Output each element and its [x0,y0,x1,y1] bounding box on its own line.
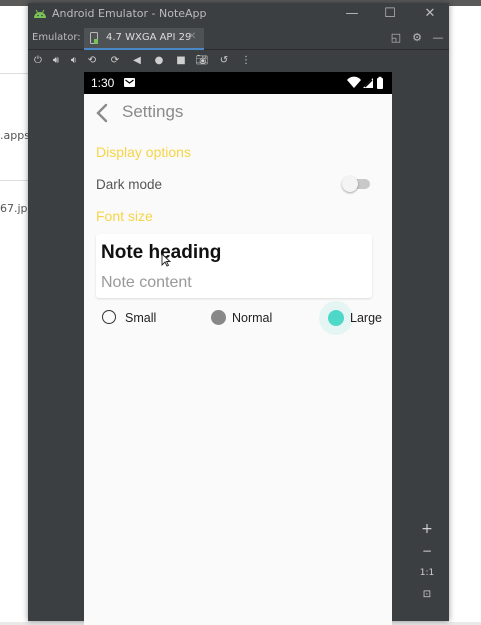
note-content: Note content [101,274,192,291]
back-nav-icon[interactable]: ◀ [130,54,144,68]
more-icon[interactable]: ⋮ [239,54,253,68]
mouse-cursor-icon [161,253,171,267]
battery-icon [377,76,383,89]
app-bar: Settings [84,94,392,134]
emulator-toolbar: ⏻ 🔊︎ 🔉︎ ⟲ ⟳ ◀ ● ■ 📷︎ ↺ ⋮ [28,51,449,71]
background-left-panel: .apps 67.jpg [0,6,35,622]
snapshot-icon[interactable]: ↺ [217,54,231,68]
wifi-icon [347,76,361,88]
emulator-label: Emulator: [32,32,81,43]
close-button[interactable]: ✕ [420,5,440,23]
device-tab-label: 4.7 WXGA API 29 [106,32,192,43]
font-size-header: Font size [96,208,153,224]
device-tab-bar: Emulator: 4.7 WXGA API 29 ✕ ◱ ⚙ — [28,27,449,50]
note-preview-card: Note heading Note content [96,234,372,298]
background-right-panel [449,6,481,622]
zoom-in-button[interactable]: + [413,519,441,539]
font-large-label: Large [350,311,382,325]
display-options-header: Display options [96,144,191,160]
switch-thumb [342,176,358,192]
arrow-back-icon[interactable] [94,103,110,123]
background-file-text: .apps [0,129,30,142]
status-bar: 1:30 [84,72,392,94]
maximize-button[interactable]: ☐ [380,5,400,23]
zoom-panel: + − 1:1 ⊡ [413,517,441,609]
background-divider [0,73,28,74]
gear-icon[interactable]: ⚙ [410,31,424,45]
emulator-window: Android Emulator - NoteApp — ☐ ✕ Emulato… [28,3,449,625]
tab-close-icon[interactable]: ✕ [188,31,196,42]
status-time: 1:30 [91,76,115,90]
zoom-one-to-one-button[interactable]: 1:1 [413,563,441,583]
title-bar: Android Emulator - NoteApp — ☐ ✕ [28,3,449,25]
font-normal-label: Normal [232,311,273,325]
font-small-label: Small [125,311,157,325]
radio-small-dot[interactable] [102,310,116,324]
dark-mode-label: Dark mode [96,177,163,192]
phone-screen: 1:30 Settings Display options Dark mode … [84,72,392,625]
window-title: Android Emulator - NoteApp [52,7,207,20]
background-divider [0,180,28,181]
minimize-button[interactable]: — [342,5,362,23]
overview-nav-icon[interactable]: ■ [174,54,188,68]
android-icon [34,9,46,18]
home-nav-icon[interactable]: ● [152,54,166,68]
rotate-right-icon[interactable]: ⟳ [108,54,122,68]
status-icons [347,76,383,89]
hide-icon[interactable]: — [431,31,445,45]
phone-icon [90,32,98,44]
radio-normal-dot[interactable] [211,310,226,325]
message-icon [124,78,135,87]
power-icon[interactable]: ⏻ [31,54,45,68]
zoom-out-button[interactable]: − [413,541,441,561]
window-mode-icon[interactable]: ◱ [389,31,403,45]
radio-large-dot[interactable] [328,310,344,326]
volume-up-icon[interactable]: 🔊︎ [49,54,63,68]
rotate-left-icon[interactable]: ⟲ [85,54,99,68]
camera-icon[interactable]: 📷︎ [195,54,209,68]
page-title: Settings [122,102,184,121]
dark-mode-switch[interactable] [342,176,372,192]
volume-down-icon[interactable]: 🔉︎ [67,54,81,68]
fit-screen-icon[interactable]: ⊡ [413,585,441,605]
device-tab[interactable]: 4.7 WXGA API 29 ✕ [84,28,204,50]
